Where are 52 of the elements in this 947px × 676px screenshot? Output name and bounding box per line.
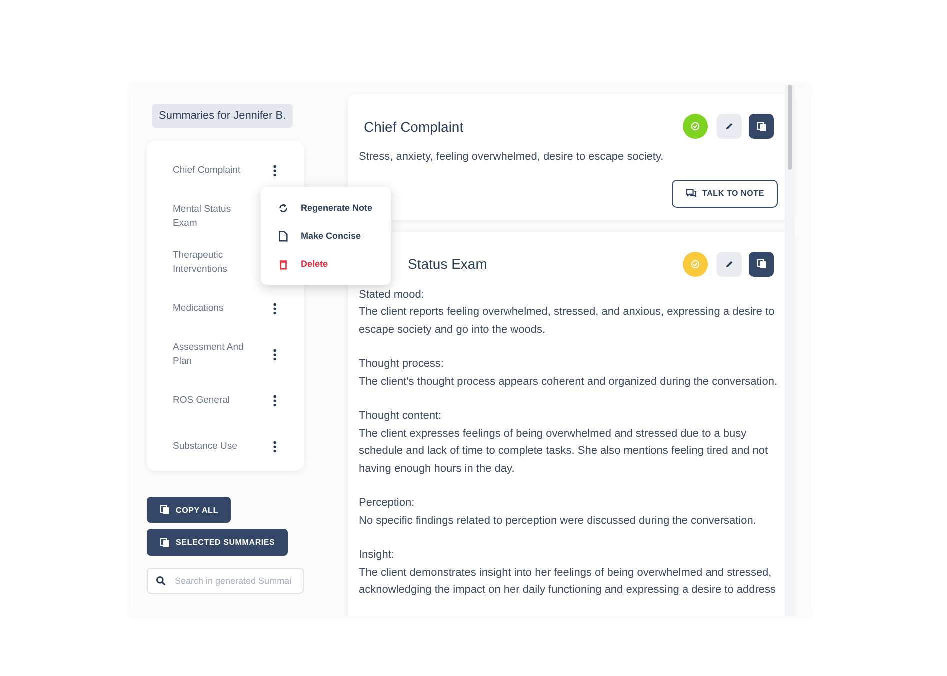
- document-icon: [278, 230, 289, 242]
- trash-icon: [278, 258, 289, 270]
- copy-button[interactable]: [749, 252, 774, 276]
- section-label: Stated mood:: [359, 288, 426, 302]
- section-label: Insight:: [359, 548, 396, 563]
- section-label: Thought content:: [359, 409, 443, 424]
- section-text: The client demonstrates insight into her feelings of being overwhelmed and stressed, acknowledging the impact on her daily functioning and expressing a desire to address: [359, 566, 778, 598]
- section-text: The client expresses feelings of being overwhelmed and stressed due to a busy schedule and lack of time to complete tasks. She also mentions feeling tired and not having enough hours in the day.: [359, 426, 770, 476]
- more-icon[interactable]: [273, 441, 277, 453]
- menu-item[interactable]: Regenerate Note: [261, 194, 391, 222]
- section-text: The client's thought process appears coherent and organized during the conversation.: [359, 374, 778, 390]
- menu-item[interactable]: Make Concise: [261, 222, 391, 250]
- card-title: Chief Complaint: [364, 118, 464, 134]
- pencil-icon: [725, 260, 734, 268]
- edit-button[interactable]: [717, 114, 742, 139]
- sidebar-item[interactable]: Medications: [173, 302, 253, 316]
- status-dot[interactable]: [683, 252, 708, 276]
- sidebar-item[interactable]: Substance Use: [173, 440, 253, 454]
- copy-icon: [756, 122, 766, 132]
- sidebar-item[interactable]: Mental Status Exam: [173, 203, 253, 231]
- sidebar-item[interactable]: ROS General: [173, 394, 253, 408]
- copy-icon: [160, 505, 170, 515]
- copy-button[interactable]: SELECTED SUMMARIES: [147, 529, 288, 556]
- sidebar-item[interactable]: Assessment And Plan: [173, 341, 253, 369]
- more-icon[interactable]: [273, 395, 277, 407]
- edit-button[interactable]: [717, 252, 742, 276]
- scrollbar-thumb[interactable]: [788, 85, 792, 170]
- search-field[interactable]: Search in generated Summai: [147, 568, 304, 594]
- section-label: Perception:: [359, 496, 416, 511]
- section-text: Stress, anxiety, feeling overwhelmed, desire to escape society.: [359, 150, 665, 165]
- card-title: Status Exam: [407, 256, 488, 272]
- section-label: Thought process:: [359, 357, 445, 372]
- check-icon: [691, 122, 700, 131]
- menu-item[interactable]: Delete: [261, 250, 391, 278]
- chat-icon: [686, 189, 697, 198]
- sidebar-item[interactable]: Chief Complaint: [173, 164, 253, 178]
- more-icon[interactable]: [273, 349, 277, 361]
- sidebar-header: Summaries for Jennifer B.: [152, 104, 294, 128]
- status-dot[interactable]: [683, 114, 708, 139]
- refresh-icon: [278, 202, 289, 214]
- copy-icon: [160, 538, 170, 548]
- copy-button[interactable]: [749, 114, 774, 139]
- section-text: The client reports feeling overwhelmed, stressed, and anxious, expressing a desire to escape society and go into the woods.: [359, 305, 776, 338]
- pencil-icon: [725, 122, 734, 131]
- more-icon[interactable]: [273, 303, 277, 315]
- check-icon: [691, 260, 700, 268]
- copy-button[interactable]: COPY ALL: [147, 497, 232, 523]
- copy-icon: [756, 259, 766, 269]
- section-text: No specific findings related to perception were discussed during the conversation.: [359, 514, 758, 528]
- sidebar-item[interactable]: Therapeutic Interventions: [173, 249, 253, 277]
- more-icon[interactable]: [273, 165, 277, 177]
- talk-to-note-button[interactable]: TALK TO NOTE: [672, 180, 778, 208]
